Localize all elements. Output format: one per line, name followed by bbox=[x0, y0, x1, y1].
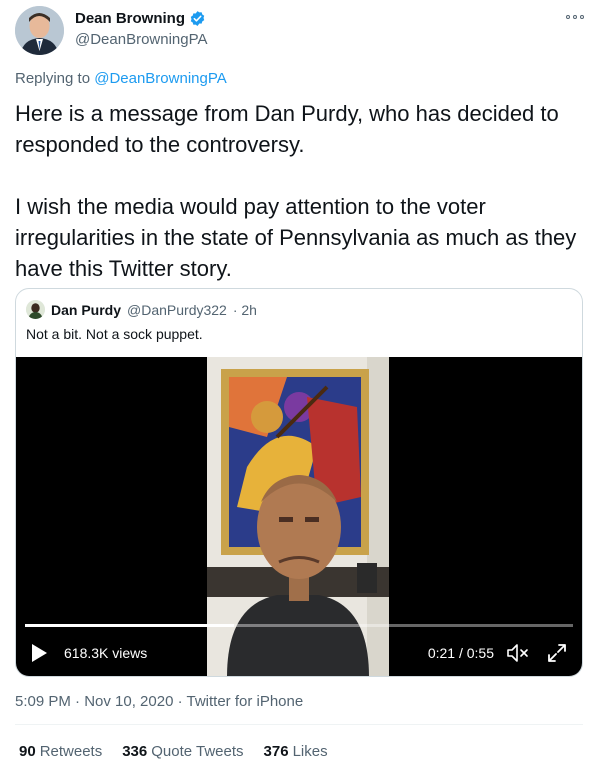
verified-badge-icon bbox=[190, 11, 205, 26]
author-display-name[interactable]: Dean Browning bbox=[75, 10, 206, 27]
volume-muted-icon[interactable] bbox=[506, 642, 530, 664]
quote-tweets-stat[interactable]: 336 Quote Tweets bbox=[122, 743, 243, 760]
author-name-text: Dean Browning bbox=[75, 10, 186, 27]
tweet-header: Dean Browning @DeanBrowningPA bbox=[15, 6, 586, 56]
quote-header: Dan Purdy @DanPurdy322 · 2h bbox=[26, 300, 257, 319]
author-avatar[interactable] bbox=[15, 6, 64, 55]
video-controls: 618.3K views 0:21 / 0:55 bbox=[16, 639, 582, 667]
video-time: 0:21 / 0:55 bbox=[427, 645, 494, 661]
reply-context: Replying to @DeanBrowningPA bbox=[15, 70, 227, 87]
likes-label: Likes bbox=[292, 743, 328, 760]
likes-stat[interactable]: 376 Likes bbox=[264, 743, 328, 760]
video-frame bbox=[207, 357, 389, 676]
retweets-label: Retweets bbox=[39, 743, 103, 760]
tweet-paragraph-1: Here is a message from Dan Purdy, who ha… bbox=[15, 101, 559, 157]
quote-age: · 2h bbox=[232, 301, 257, 318]
quote-author-handle[interactable]: @DanPurdy322 bbox=[127, 302, 227, 318]
retweets-stat[interactable]: 90 Retweets bbox=[19, 743, 102, 760]
reply-prefix: Replying to bbox=[15, 70, 91, 87]
divider bbox=[15, 724, 583, 725]
video-view-count: 618.3K views bbox=[64, 645, 148, 661]
quote-tweets-count: 336 bbox=[122, 743, 148, 760]
quote-tweets-label: Quote Tweets bbox=[151, 743, 244, 760]
tweet-paragraph-2: I wish the media would pay attention to … bbox=[15, 194, 577, 281]
retweets-count: 90 bbox=[19, 743, 36, 760]
video-player[interactable]: 618.3K views 0:21 / 0:55 bbox=[16, 357, 582, 676]
quote-author-avatar[interactable] bbox=[26, 300, 45, 319]
quote-text: Not a bit. Not a sock puppet. bbox=[26, 326, 203, 342]
tweet-timestamp[interactable]: 5:09 PM · Nov 10, 2020 · Twitter for iPh… bbox=[15, 693, 303, 710]
play-icon[interactable] bbox=[32, 644, 47, 662]
video-progress-bar[interactable] bbox=[25, 624, 573, 627]
video-progress-fill bbox=[25, 624, 235, 627]
likes-count: 376 bbox=[263, 743, 289, 760]
tweet-stats: 90 Retweets 336 Quote Tweets 376 Likes bbox=[19, 743, 328, 760]
more-options-icon[interactable] bbox=[566, 10, 584, 24]
quote-author-name[interactable]: Dan Purdy bbox=[51, 302, 121, 318]
quote-tweet-card[interactable]: Dan Purdy @DanPurdy322 · 2h Not a bit. N… bbox=[15, 288, 583, 677]
fullscreen-icon[interactable] bbox=[546, 642, 568, 664]
reply-handle-link[interactable]: @DeanBrowningPA bbox=[94, 70, 227, 87]
author-handle[interactable]: @DeanBrowningPA bbox=[75, 31, 208, 48]
tweet-body: Here is a message from Dan Purdy, who ha… bbox=[15, 98, 585, 284]
